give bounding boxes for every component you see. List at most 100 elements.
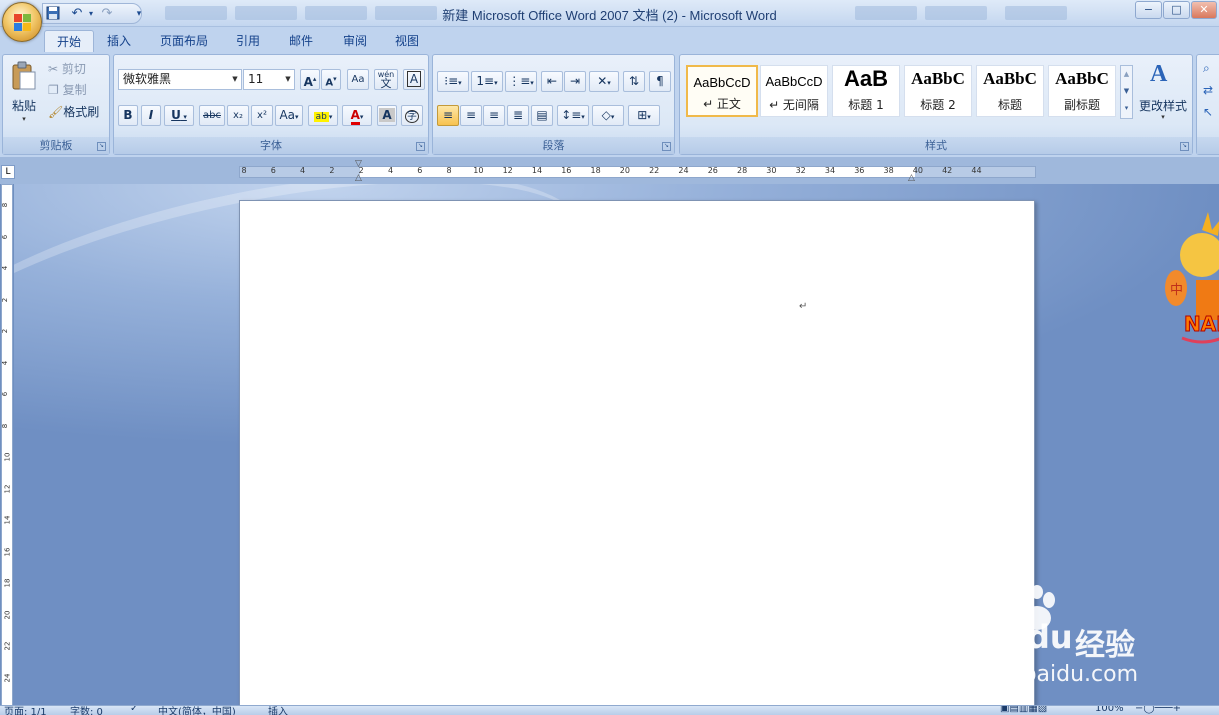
style-normal[interactable]: AaBbCcD ↵ 正文 — [686, 65, 758, 117]
increase-indent-button[interactable]: ⇥ — [564, 71, 586, 92]
copy-button[interactable]: ❐ 复制 — [47, 80, 107, 101]
tab-page-layout[interactable]: 页面布局 — [148, 30, 220, 52]
ruler-number: 6 — [1, 391, 10, 397]
select-icon[interactable]: ↖ — [1203, 105, 1213, 119]
font-group: 微软雅黑 ▼ 11 ▼ A▴ A▾ Aa wén 文 A B I U ▾ abc … — [113, 54, 429, 155]
tab-review[interactable]: 审阅 — [331, 30, 379, 52]
clear-formatting-button[interactable]: Aa — [347, 69, 369, 90]
align-left-button[interactable]: ≡ — [437, 105, 459, 126]
distributed-icon: ▤ — [536, 108, 548, 122]
dialog-launcher-icon[interactable]: ↘ — [1180, 142, 1189, 151]
multilevel-list-button[interactable]: ⋮≡▾ — [505, 71, 537, 92]
align-right-button[interactable]: ≡ — [483, 105, 505, 126]
styles-scroll[interactable]: ▲ ▼ ▾ — [1120, 65, 1133, 119]
ruler-number: 2 — [329, 166, 335, 175]
font-name-combo[interactable]: 微软雅黑 ▼ — [118, 69, 242, 90]
underline-button[interactable]: U ▾ — [164, 105, 194, 126]
zoom-slider[interactable]: −◯───+ — [1135, 706, 1181, 714]
office-button[interactable] — [2, 2, 42, 42]
ruler-number: 10 — [3, 452, 12, 462]
status-page[interactable]: 页面: 1/1 — [4, 706, 47, 715]
align-center-button[interactable]: ≡ — [460, 105, 482, 126]
style-no-spacing[interactable]: AaBbCcD ↵ 无间隔 — [760, 65, 828, 117]
shrink-font-button[interactable]: A▾ — [321, 69, 341, 90]
ruler-number: 18 — [3, 578, 12, 588]
change-case-button[interactable]: Aa▾ — [275, 105, 303, 126]
tab-home[interactable]: 开始 — [44, 30, 95, 52]
shading-button[interactable]: ◇▾ — [592, 105, 624, 126]
strikethrough-button[interactable]: abc — [199, 105, 225, 126]
phonetic-guide-button[interactable]: wén 文 — [374, 69, 398, 90]
grow-font-button[interactable]: A▴ — [300, 69, 320, 90]
ruler-number: 14 — [3, 515, 12, 525]
proofing-icon[interactable]: ✓ — [130, 706, 138, 714]
svg-text:中: 中 — [1170, 283, 1183, 298]
status-bar: 页面: 1/1 字数: 0 ✓ 中文(简体，中国) 插入 ▣▤▥▦▧ 100% … — [0, 705, 1219, 715]
watermark-du-icon: du — [1027, 618, 1073, 656]
tab-view[interactable]: 视图 — [383, 30, 431, 52]
dialog-launcher-icon[interactable]: ↘ — [662, 142, 671, 151]
bullets-button[interactable]: ⁝≡▾ — [437, 71, 469, 92]
highlight-button[interactable]: ab ▾ — [308, 105, 338, 126]
character-border-icon: A — [406, 71, 422, 87]
document-page[interactable]: ↵ — [239, 200, 1035, 705]
status-zoom[interactable]: 100% — [1095, 706, 1124, 714]
decrease-indent-button[interactable]: ⇤ — [541, 71, 563, 92]
style-sample: AaB — [843, 66, 888, 91]
minimize-button[interactable]: − — [1135, 1, 1162, 19]
ruler-number: 38 — [883, 166, 894, 175]
group-label-styles: 样式 — [680, 137, 1192, 154]
enclose-characters-button[interactable]: 字 — [401, 105, 423, 126]
show-marks-button[interactable]: ¶ — [649, 71, 671, 92]
style-heading-2[interactable]: AaBbC 标题 2 — [904, 65, 972, 117]
vertical-ruler[interactable]: 8 6 4 2 2 4 6 8 10 12 14 16 18 20 22 24 — [1, 184, 13, 715]
change-styles-button[interactable]: A 更改样式 ▾ — [1136, 59, 1190, 131]
paste-button[interactable]: 粘贴 ▾ — [7, 59, 41, 129]
align-left-icon: ≡ — [442, 108, 454, 122]
bold-button[interactable]: B — [118, 105, 138, 126]
status-language[interactable]: 中文(简体，中国) — [158, 706, 236, 715]
sort-button[interactable]: ⇅ — [623, 71, 645, 92]
italic-button[interactable]: I — [141, 105, 161, 126]
character-border-button[interactable]: A — [403, 69, 425, 90]
ruler-number: 6 — [417, 166, 423, 175]
style-name: 标题 — [997, 98, 1022, 112]
close-button[interactable]: ✕ — [1191, 1, 1217, 19]
scroll-up-icon[interactable]: ▲ — [1121, 66, 1132, 83]
status-insert-mode[interactable]: 插入 — [268, 706, 288, 715]
replace-icon[interactable]: ⇄ — [1203, 83, 1213, 97]
maximize-button[interactable]: □ — [1163, 1, 1190, 19]
borders-button[interactable]: ⊞▾ — [628, 105, 660, 126]
style-title[interactable]: AaBbC 标题 — [976, 65, 1044, 117]
dialog-launcher-icon[interactable]: ↘ — [416, 142, 425, 151]
style-heading-1[interactable]: AaB 标题 1 — [832, 65, 900, 117]
tab-selector[interactable]: L — [1, 165, 15, 179]
font-color-button[interactable]: A▾ — [342, 105, 372, 126]
grow-font-icon: A — [303, 75, 313, 89]
character-shading-button[interactable]: A — [377, 105, 397, 126]
ruler-number: 8 — [1, 423, 10, 428]
horizontal-ruler[interactable]: ▽ △ △ 8 6 4 2 2 4 6 8 10 12 14 16 18 20 22 24 26 28 30 32 34… — [239, 159, 1036, 183]
numbering-button[interactable]: 1≡▾ — [471, 71, 503, 92]
font-size-value: 11 — [248, 72, 264, 86]
justify-button[interactable]: ≣ — [507, 105, 529, 126]
style-subtitle[interactable]: AaBbC 副标题 — [1048, 65, 1116, 117]
tab-insert[interactable]: 插入 — [95, 30, 143, 52]
chinese-layout-button[interactable]: ✕▾ — [589, 71, 619, 92]
dialog-launcher-icon[interactable]: ↘ — [97, 142, 106, 151]
tab-references[interactable]: 引用 — [224, 30, 272, 52]
more-styles-icon[interactable]: ▾ — [1121, 100, 1132, 117]
subscript-button[interactable]: x₂ — [227, 105, 249, 126]
line-spacing-button[interactable]: ↕≡▾ — [557, 105, 589, 126]
scroll-down-icon[interactable]: ▼ — [1121, 83, 1132, 100]
status-words[interactable]: 字数: 0 — [70, 706, 103, 715]
format-painter-button[interactable]: 🖌格式刷 — [47, 102, 109, 123]
font-size-combo[interactable]: 11 ▼ — [243, 69, 295, 90]
superscript-button[interactable]: x² — [251, 105, 273, 126]
view-buttons-icon[interactable]: ▣▤▥▦▧ — [1000, 706, 1047, 714]
distributed-button[interactable]: ▤ — [531, 105, 553, 126]
cut-button[interactable]: ✂ 剪切 — [47, 59, 107, 80]
svg-text:NAR: NAR — [1184, 312, 1219, 336]
tab-mailings[interactable]: 邮件 — [277, 30, 325, 52]
find-icon[interactable]: ⌕ — [1203, 61, 1210, 76]
